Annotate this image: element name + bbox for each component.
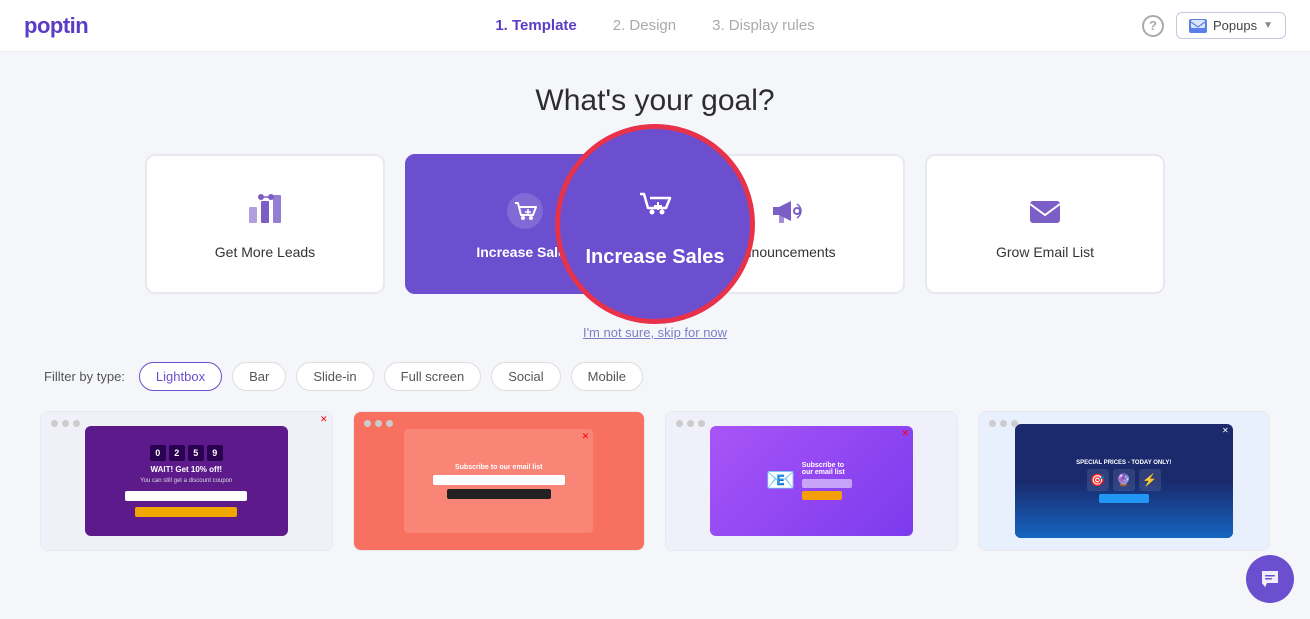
tpl1-sub: You can still get a discount coupon [140, 478, 232, 484]
tpl4-btn [1099, 494, 1149, 503]
step-design[interactable]: 2. Design [613, 17, 676, 34]
increase-sales-label: Increase Sales [476, 244, 573, 260]
page-title: What's your goal? [40, 84, 1270, 118]
product-2: 🔮 [1113, 469, 1135, 491]
grow-email-list-label: Grow Email List [996, 244, 1094, 260]
goal-cards-container: Get More Leads Increase Sales [40, 154, 1270, 294]
filter-mobile[interactable]: Mobile [571, 362, 643, 391]
window-dots-3 [676, 420, 705, 427]
tpl2-title: Subscribe to our email list [455, 464, 543, 471]
dot-1 [676, 420, 683, 427]
email-icon [1022, 188, 1068, 234]
tpl1-title: WAIT! Get 10% off! [150, 465, 222, 474]
template-card-2[interactable]: ✕ Subscribe to our email list [353, 411, 646, 551]
dot-2 [1000, 420, 1007, 427]
leads-icon [242, 188, 288, 234]
popups-label: Popups [1213, 18, 1257, 33]
cart-icon [502, 188, 548, 234]
template-grid: ✕ 0 2 5 9 WAIT! Get 10% off! You can sti… [40, 411, 1270, 551]
dot-2 [687, 420, 694, 427]
window-dots-1 [51, 420, 80, 427]
filter-social[interactable]: Social [491, 362, 560, 391]
filter-slide-in[interactable]: Slide-in [296, 362, 373, 391]
tpl1-btn [135, 507, 237, 517]
filter-full-screen[interactable]: Full screen [384, 362, 482, 391]
nav-steps: 1. Template 2. Design 3. Display rules [495, 17, 814, 34]
product-1: 🎯 [1087, 469, 1109, 491]
dot-3 [73, 420, 80, 427]
close-icon-1: ✕ [320, 414, 328, 425]
template-card-1[interactable]: ✕ 0 2 5 9 WAIT! Get 10% off! You can sti… [40, 411, 333, 551]
step-display-rules[interactable]: 3. Display rules [712, 17, 815, 34]
dot-1 [51, 420, 58, 427]
skip-link[interactable]: I'm not sure, skip for now [583, 325, 727, 340]
dot-1 [364, 420, 371, 427]
skip-link-container: I'm not sure, skip for now [40, 324, 1270, 342]
chat-bubble[interactable] [1246, 555, 1294, 603]
template-card-3[interactable]: ✕ 📧 Subscribe to our email list [665, 411, 958, 551]
dot-3 [1011, 420, 1018, 427]
dot-3 [386, 420, 393, 427]
dot-2 [62, 420, 69, 427]
goal-card-announcements[interactable]: Announcements [665, 154, 905, 294]
help-button[interactable]: ? [1142, 15, 1164, 37]
logo-text: poptin [24, 13, 88, 38]
tpl3-title: Subscribe to our email list [802, 462, 857, 476]
template-card-4[interactable]: SPECIAL PRICES - TODAY ONLY! 🎯 🔮 ⚡ ✕ [978, 411, 1271, 551]
window-dots-4 [989, 420, 1018, 427]
announcements-label: Announcements [734, 244, 835, 260]
filter-bar: Fillter by type: Lightbox Bar Slide-in F… [40, 362, 1270, 391]
product-3: ⚡ [1139, 469, 1161, 491]
close-icon-4: ✕ [1222, 426, 1229, 435]
popups-button[interactable]: Popups ▼ [1176, 12, 1286, 39]
filter-bar[interactable]: Bar [232, 362, 286, 391]
timer-1: 0 2 5 9 [150, 445, 223, 461]
logo: poptin [24, 13, 88, 39]
tpl2-input [433, 475, 565, 485]
goal-card-grow-email-list[interactable]: Grow Email List [925, 154, 1165, 294]
tpl3-btn [802, 491, 842, 500]
filter-label: Fillter by type: [44, 369, 125, 384]
tpl3-input [802, 479, 852, 488]
dot-3 [698, 420, 705, 427]
filter-lightbox[interactable]: Lightbox [139, 362, 222, 391]
close-icon-3: ✕ [901, 428, 909, 439]
megaphone-icon [762, 188, 808, 234]
step-template[interactable]: 1. Template [495, 17, 576, 34]
goal-card-increase-sales[interactable]: Increase Sales [405, 154, 645, 294]
get-more-leads-label: Get More Leads [215, 244, 315, 260]
inbox-icon [1189, 19, 1207, 33]
tpl1-input [125, 491, 247, 501]
tpl4-products: 🎯 🔮 ⚡ [1087, 469, 1161, 491]
dot-2 [375, 420, 382, 427]
tpl3-right: Subscribe to our email list [802, 462, 857, 500]
header-right: ? Popups ▼ [1142, 12, 1286, 39]
envelope-icon: 📧 [766, 466, 796, 495]
dot-1 [989, 420, 996, 427]
close-icon-2: ✕ [582, 431, 590, 442]
header: poptin 1. Template 2. Design 3. Display … [0, 0, 1310, 52]
tpl4-title: SPECIAL PRICES - TODAY ONLY! [1076, 460, 1171, 466]
goal-card-get-more-leads[interactable]: Get More Leads [145, 154, 385, 294]
tpl2-btn [447, 489, 551, 499]
window-dots-2 [364, 420, 393, 427]
main-content: What's your goal? Get More Leads [0, 52, 1310, 571]
chevron-down-icon: ▼ [1263, 20, 1273, 31]
